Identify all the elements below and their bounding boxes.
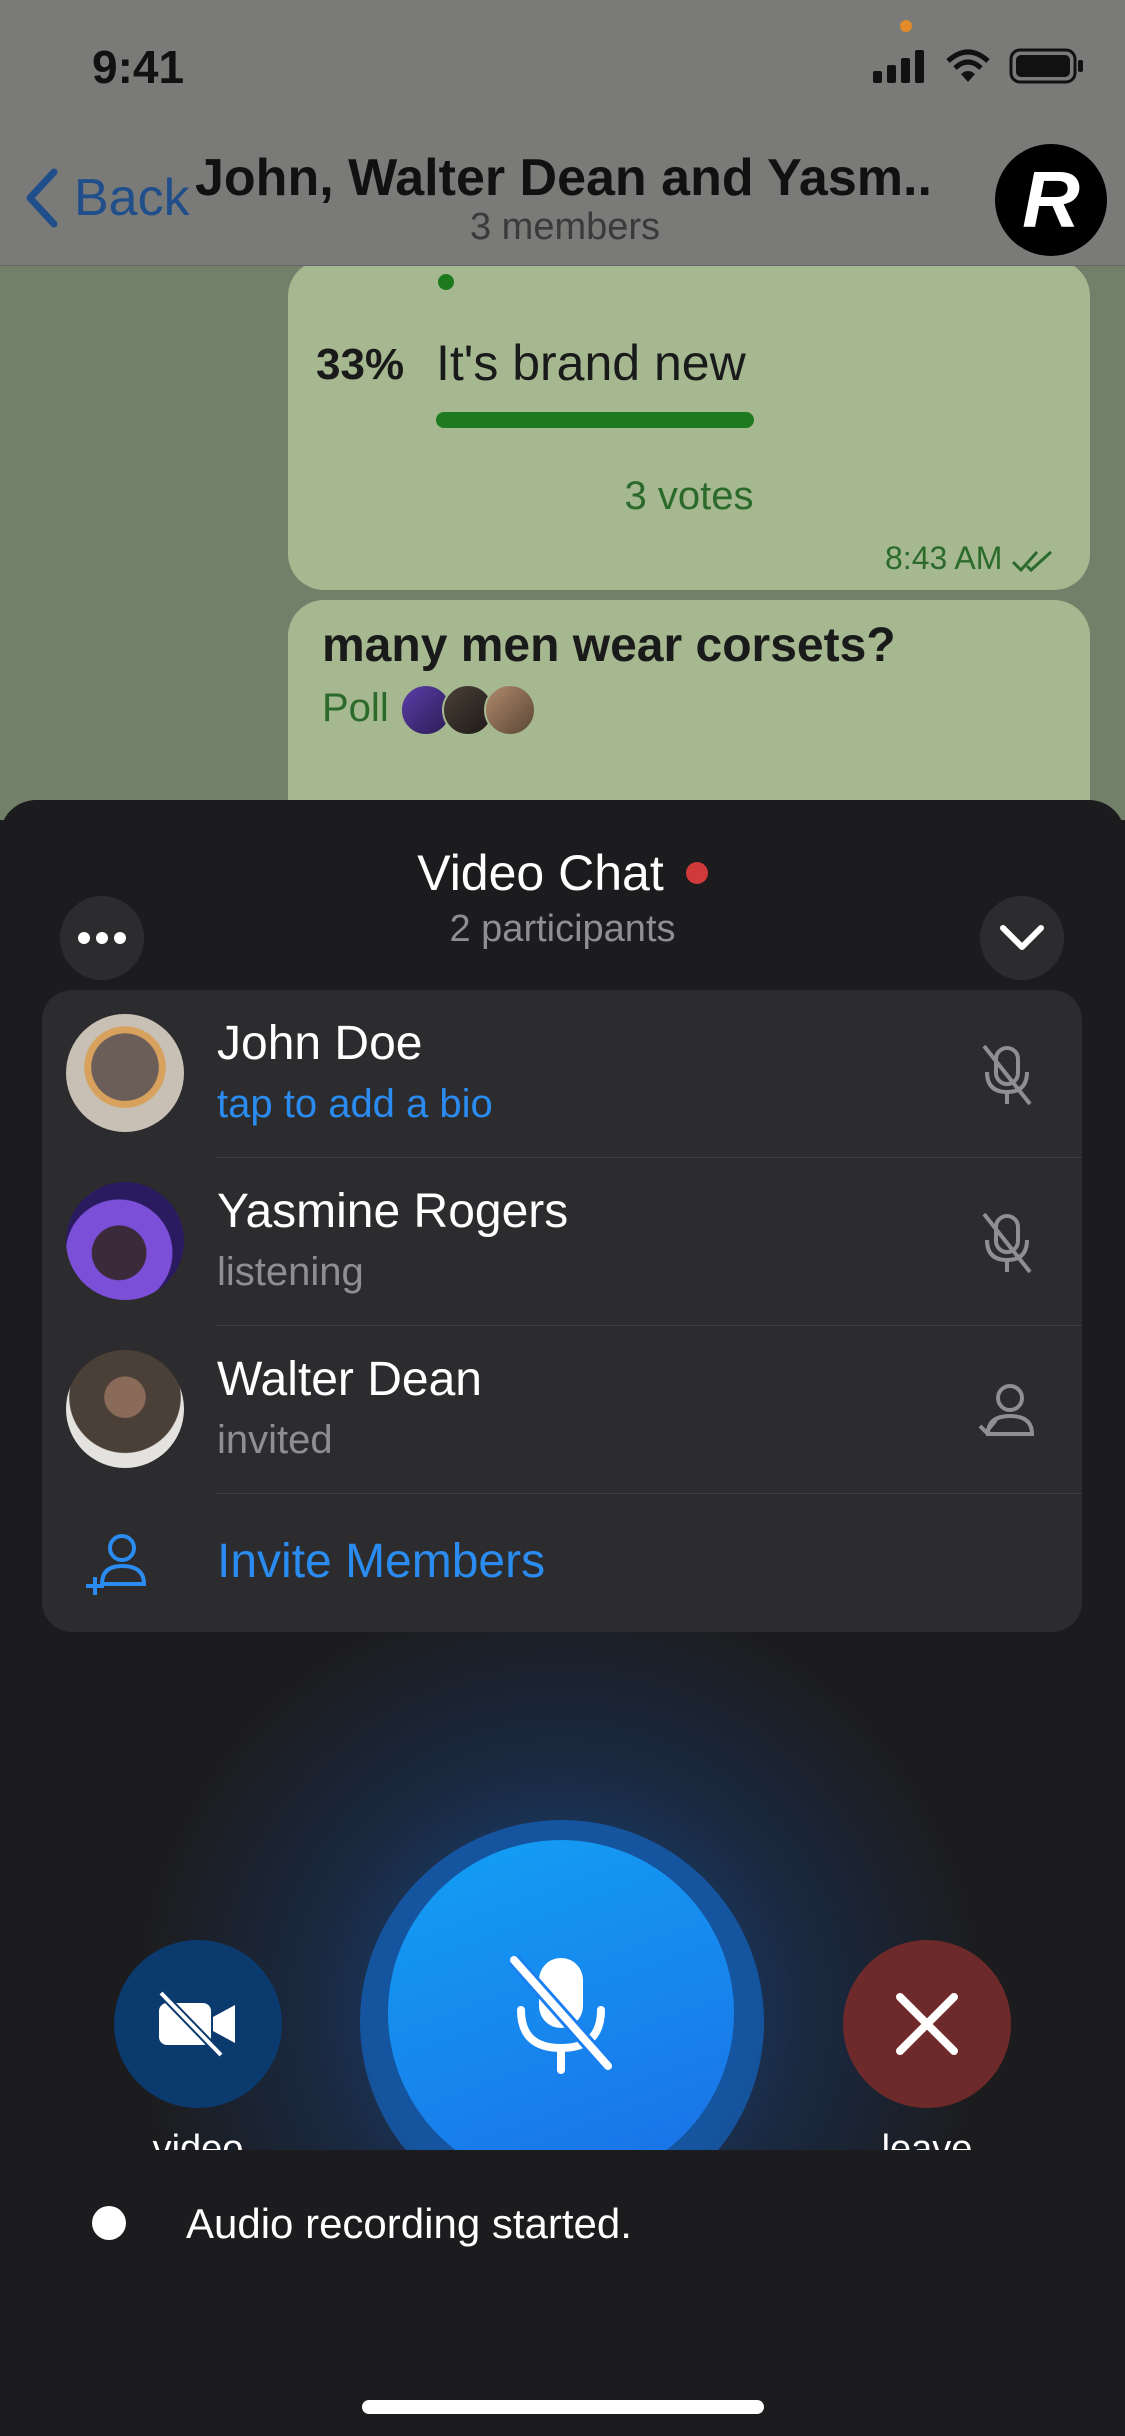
participant-status: listening xyxy=(217,1250,364,1294)
collapse-button[interactable] xyxy=(980,896,1064,980)
poll-option-percent: 33% xyxy=(316,340,405,389)
toast-notification: Audio recording started. xyxy=(0,2150,1125,2436)
status-bar: 9:41 xyxy=(0,0,1125,140)
group-avatar[interactable]: R xyxy=(995,144,1107,256)
chat-title[interactable]: John, Walter Dean and Yasm... xyxy=(195,148,935,208)
avatar xyxy=(66,1182,184,1300)
recording-indicator xyxy=(685,861,708,884)
participant-row[interactable]: Walter Dean invited xyxy=(42,1326,1082,1494)
message-time: 8:43 AM xyxy=(885,540,1055,577)
video-toggle-button[interactable] xyxy=(114,1940,282,2108)
video-chat-title: Video Chat xyxy=(0,844,1125,902)
invite-members-row[interactable]: Invite Members xyxy=(42,1494,1082,1632)
participant-row[interactable]: John Doe tap to add a bio xyxy=(42,990,1082,1158)
avatar xyxy=(66,1014,184,1132)
status-icons xyxy=(873,48,1085,84)
video-off-icon xyxy=(158,1990,235,2058)
chat-member-count: 3 members xyxy=(469,206,661,248)
mic-off-icon xyxy=(508,1955,614,2074)
invite-members-label: Invite Members xyxy=(217,1535,546,1588)
participants-list: John Doe tap to add a bio Yasmine Rogers… xyxy=(42,990,1082,1632)
chat-navbar: Back John, Walter Dean and Yasm... 3 mem… xyxy=(0,140,1125,266)
home-indicator[interactable] xyxy=(362,2400,764,2414)
double-check-icon xyxy=(1012,550,1053,572)
poll-type-label: Poll xyxy=(322,686,389,730)
poll-voter-avatars xyxy=(400,684,536,736)
participant-status: invited xyxy=(217,1418,333,1462)
voter-avatar xyxy=(484,684,536,736)
avatar xyxy=(66,1350,184,1468)
back-label: Back xyxy=(74,169,190,227)
participant-count: 2 participants xyxy=(449,908,676,950)
video-chat-title-label: Video Chat xyxy=(417,845,664,901)
participant-name: John Doe xyxy=(217,1017,423,1070)
participant-row[interactable]: Yasmine Rogers listening xyxy=(42,1158,1082,1326)
wifi-icon xyxy=(946,49,990,82)
invited-user-icon xyxy=(978,1384,1035,1436)
back-button[interactable]: Back xyxy=(22,166,190,230)
mic-off-icon[interactable] xyxy=(972,1208,1042,1278)
signal-icon xyxy=(873,50,924,83)
poll-votes-count[interactable]: 3 votes xyxy=(288,474,1090,519)
chevron-left-icon xyxy=(26,168,58,228)
poll-question: many men wear corsets? xyxy=(322,619,896,672)
mute-toggle-button[interactable] xyxy=(388,1840,734,2186)
message-time-label: 8:43 AM xyxy=(885,540,1003,576)
toast-text: Audio recording started. xyxy=(186,2200,632,2247)
participant-name: Yasmine Rogers xyxy=(217,1185,569,1238)
add-user-icon xyxy=(86,1534,147,1595)
mic-off-icon[interactable] xyxy=(972,1040,1042,1110)
poll-option-dot xyxy=(438,274,454,290)
participant-bio-prompt[interactable]: tap to add a bio xyxy=(217,1082,493,1127)
leave-button[interactable] xyxy=(843,1940,1011,2108)
privacy-indicator-dot xyxy=(900,20,912,32)
recording-toast-icon xyxy=(92,2206,126,2240)
status-time: 9:41 xyxy=(92,41,185,93)
battery-icon xyxy=(1009,48,1083,84)
chevron-down-icon xyxy=(1000,925,1044,950)
participant-name: Walter Dean xyxy=(217,1353,482,1406)
close-icon xyxy=(896,1993,958,2055)
poll-option-label: It's brand new xyxy=(436,335,746,391)
poll-option-bar xyxy=(436,412,754,428)
